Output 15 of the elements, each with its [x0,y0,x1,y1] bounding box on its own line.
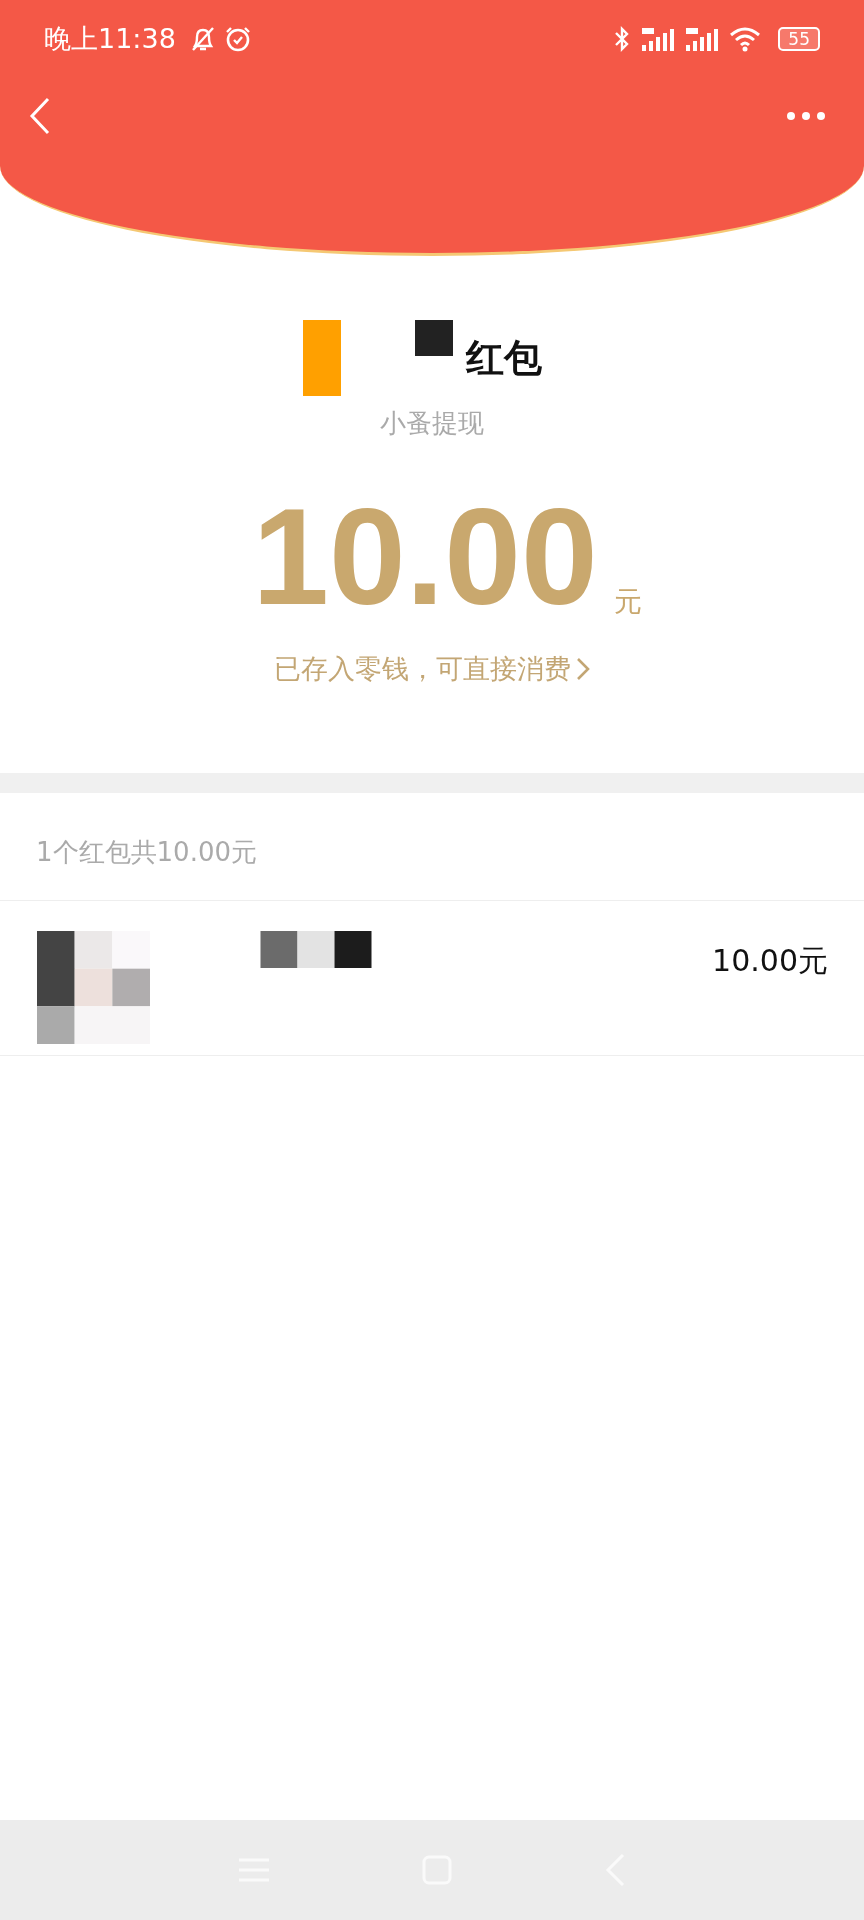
record-amount: 10.00元 [712,942,828,980]
more-icon[interactable] [786,111,826,121]
packet-subtitle: 小蚤提现 [380,407,484,440]
status-time: 晚上11:38 [44,22,176,56]
signal-icon [640,25,677,53]
bell-muted-icon [189,25,216,53]
chevron-right-icon [574,656,591,682]
amount-value: 10.00 [252,487,598,625]
summary-text: 1个红包共10.00元 [0,793,864,901]
back-icon[interactable] [28,96,52,136]
wallet-link[interactable]: 已存入零钱，可直接消费 [273,651,591,687]
battery-indicator: 55 [778,27,820,51]
packet-title: 红包 [465,334,542,382]
amount-unit: 元 [613,584,642,620]
signal-icon [684,25,721,53]
